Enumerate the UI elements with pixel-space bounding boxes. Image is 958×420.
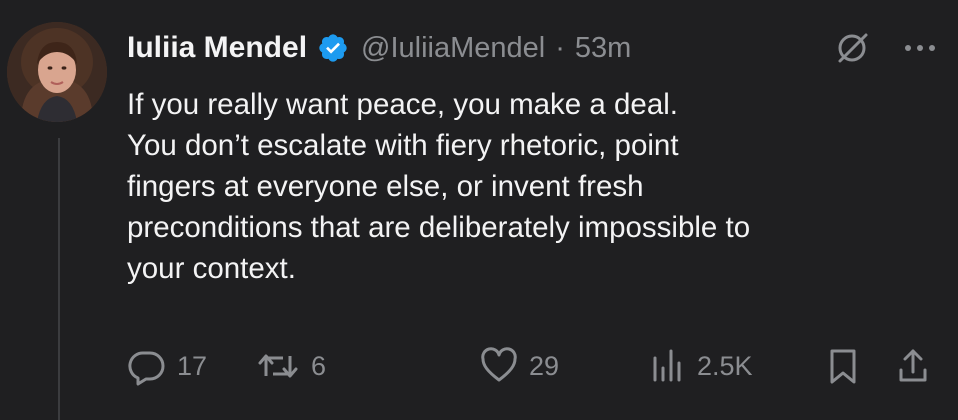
like-count: 29 <box>529 350 560 381</box>
tweet-text-line: your context. <box>127 252 296 285</box>
tweet-action-bar: 17 6 29 2.5K <box>127 344 937 388</box>
share-button[interactable] <box>895 344 931 388</box>
author-handle[interactable]: @IuliiaMendel <box>361 32 545 65</box>
heart-icon <box>481 347 517 382</box>
post-time[interactable]: 53m <box>575 32 631 65</box>
retweet-count: 6 <box>311 350 327 381</box>
avatar[interactable] <box>7 22 107 122</box>
grok-slash-circle-icon[interactable] <box>832 28 872 68</box>
retweet-icon <box>258 354 298 378</box>
views-count: 2.5K <box>697 350 753 381</box>
tweet-text-line: fingers at everyone else, or invent fres… <box>127 170 644 203</box>
reply-bubble-icon <box>128 351 165 386</box>
reply-count: 17 <box>177 350 208 381</box>
bookmark-icon <box>830 349 856 384</box>
thread-connector-line <box>58 138 60 420</box>
tweet-text-line: You don’t escalate with fiery rhetoric, … <box>127 129 679 162</box>
tweet-text-line: If you really want peace, you make a dea… <box>127 88 678 121</box>
tweet-text: If you really want peace, you make a dea… <box>127 84 937 289</box>
retweet-button[interactable]: 6 <box>255 344 326 388</box>
reply-button[interactable]: 17 <box>127 344 207 388</box>
separator-dot: · <box>555 31 565 64</box>
tweet-header: Iuliia Mendel @IuliiaMendel · 53m <box>127 26 927 70</box>
avatar-photo <box>7 22 107 122</box>
bookmark-button[interactable] <box>825 344 861 388</box>
views-button[interactable]: 2.5K <box>647 344 753 388</box>
like-button[interactable]: 29 <box>479 344 559 388</box>
author-name[interactable]: Iuliia Mendel <box>127 31 307 65</box>
more-horizontal-icon[interactable] <box>902 42 938 54</box>
header-actions <box>832 28 938 68</box>
bar-chart-icon <box>653 349 681 382</box>
verified-badge-icon <box>317 32 349 64</box>
share-upload-icon <box>899 349 927 382</box>
tweet-text-line: preconditions that are deliberately impo… <box>127 211 751 244</box>
